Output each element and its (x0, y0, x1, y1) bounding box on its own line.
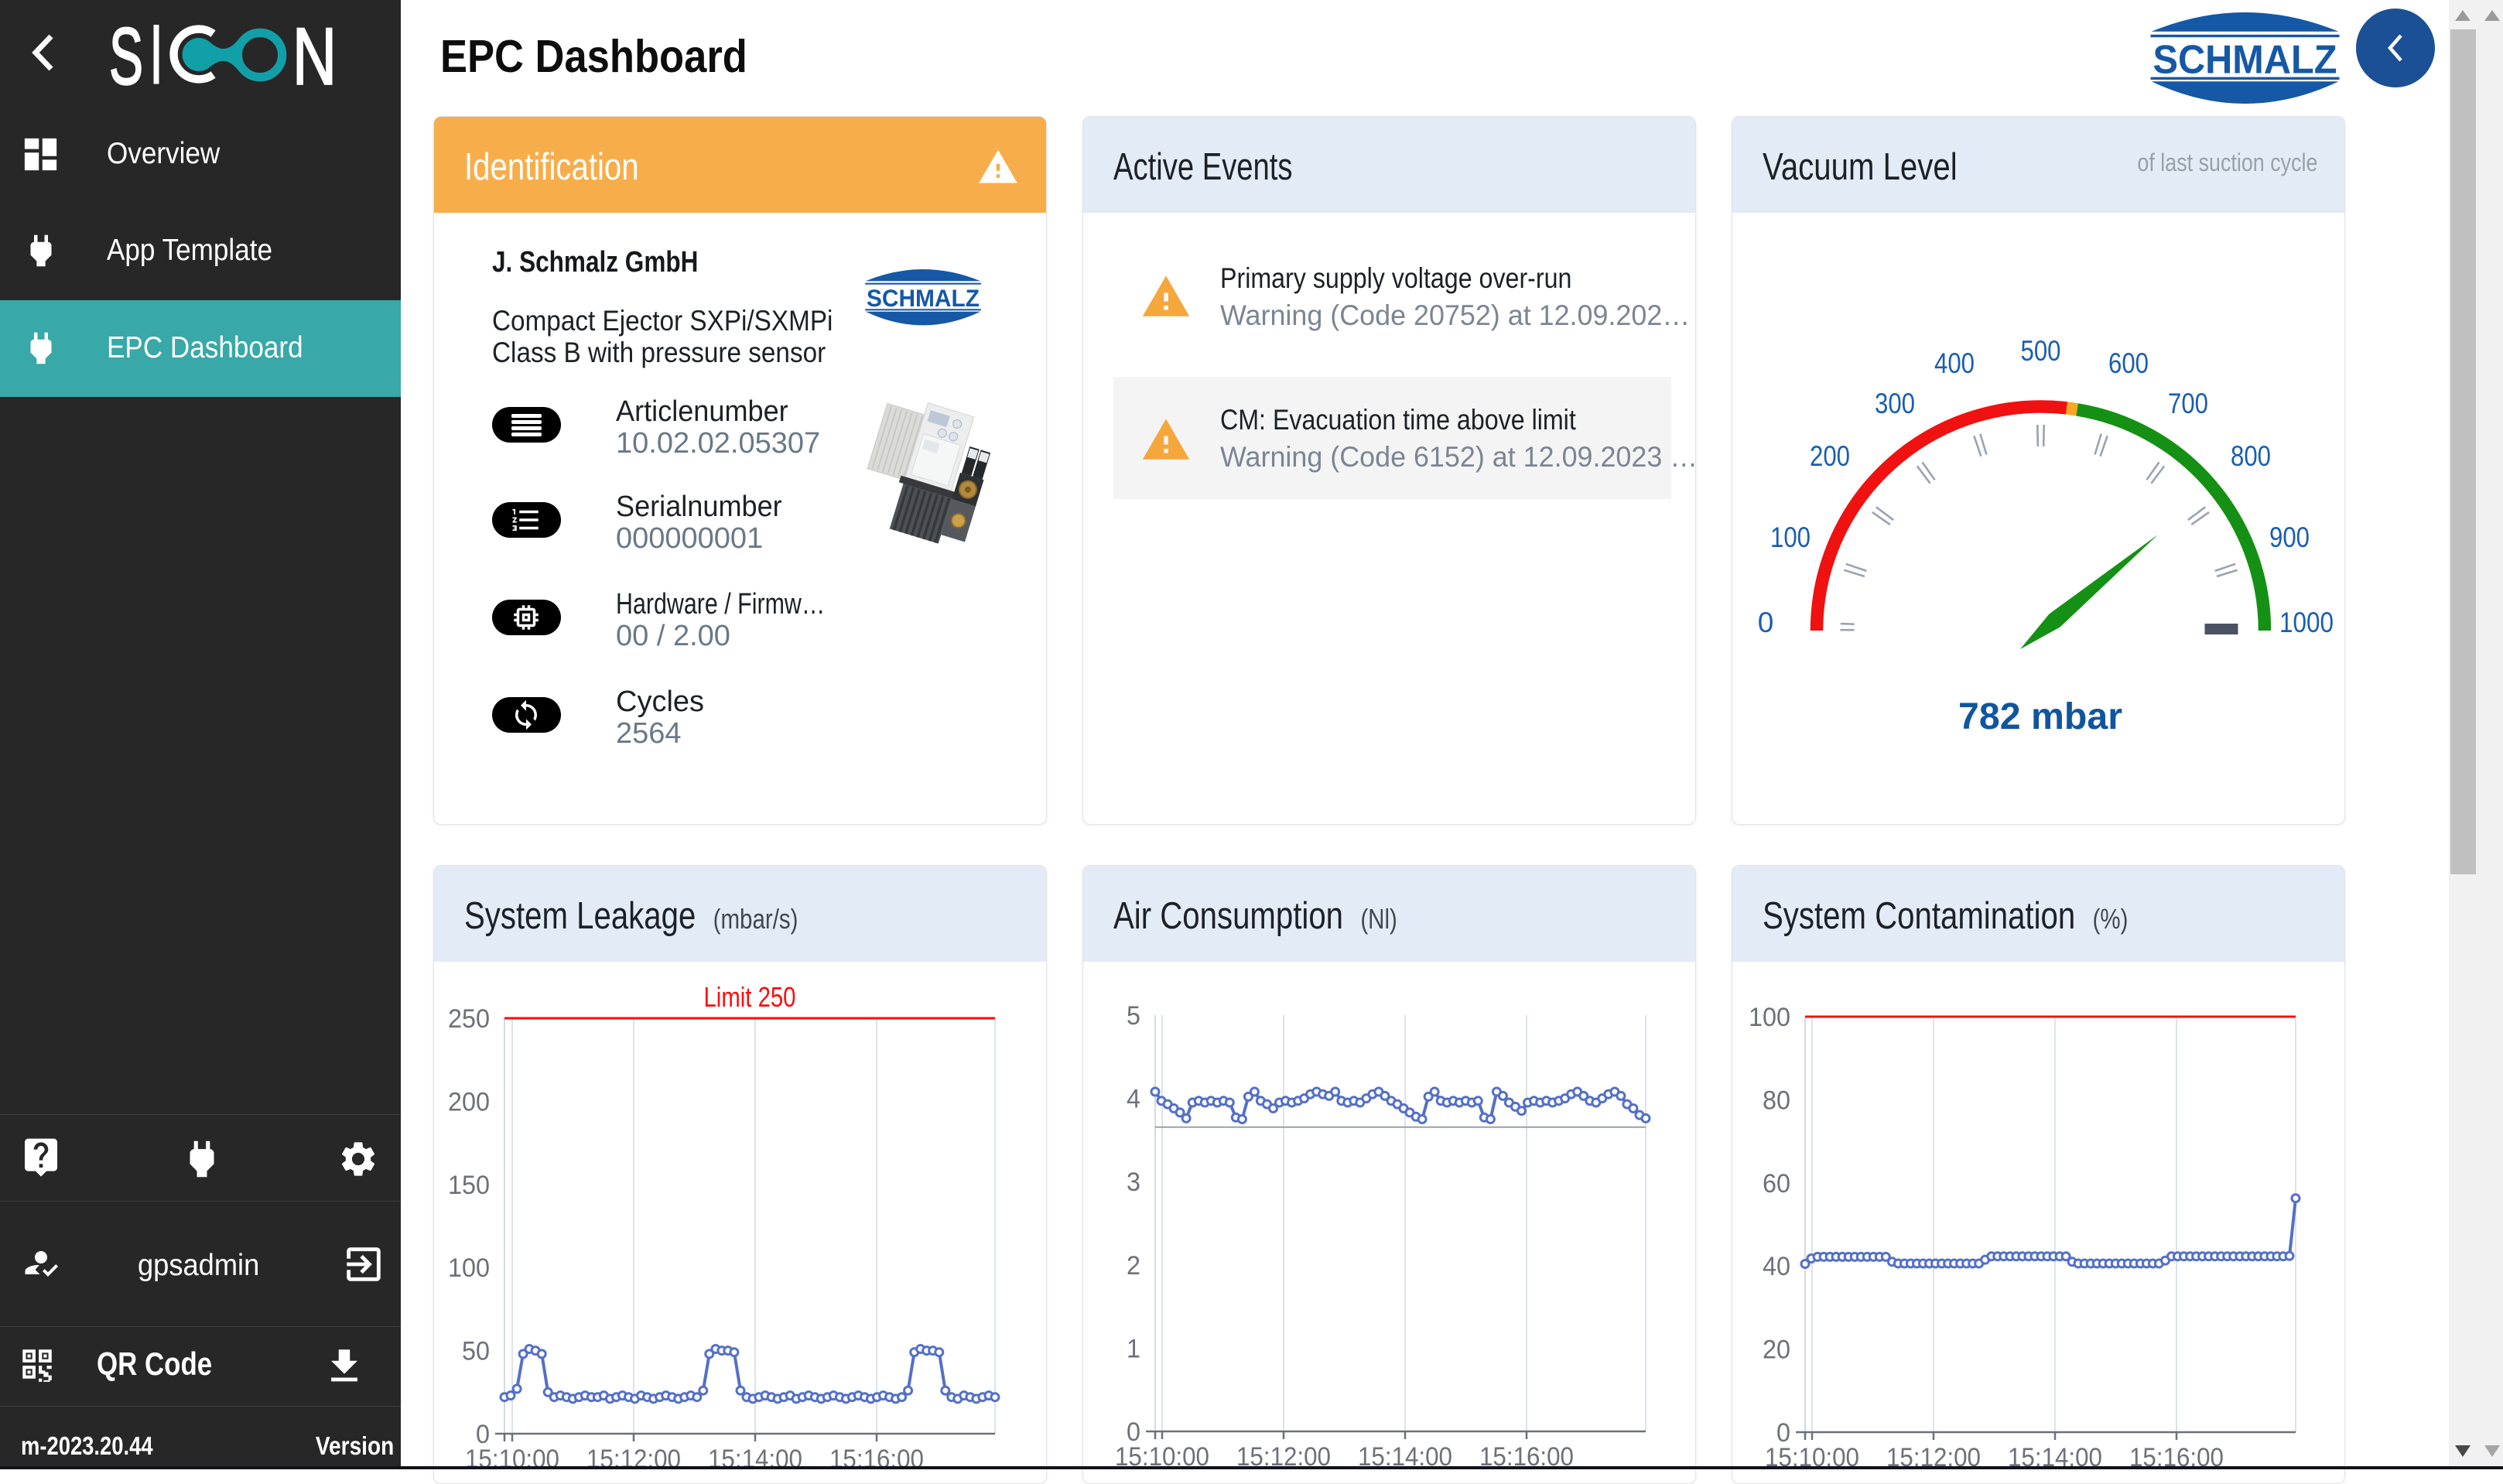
svg-text:5: 5 (1127, 1001, 1140, 1031)
svg-text:900: 900 (2269, 521, 2310, 553)
svg-text:600: 600 (2108, 347, 2149, 379)
svg-text:300: 300 (1875, 388, 1915, 419)
svg-text:782 mbar: 782 mbar (1958, 696, 2122, 737)
svg-text:80: 80 (1763, 1086, 1790, 1115)
svg-text:100: 100 (448, 1253, 490, 1283)
svg-text:40: 40 (1763, 1252, 1790, 1281)
svg-text:4: 4 (1127, 1085, 1140, 1114)
svg-text:700: 700 (2168, 388, 2208, 419)
svg-text:50: 50 (462, 1337, 490, 1366)
svg-text:15:12:00: 15:12:00 (586, 1445, 681, 1474)
svg-text:20: 20 (1763, 1335, 1790, 1365)
svg-text:N: N (292, 15, 337, 93)
svg-text:100: 100 (1749, 1003, 1790, 1032)
svg-text:0: 0 (1758, 607, 1774, 638)
svg-text:1: 1 (1127, 1334, 1140, 1363)
svg-text:1000: 1000 (2279, 607, 2334, 638)
svg-text:250: 250 (448, 1004, 490, 1034)
svg-text:800: 800 (2231, 440, 2271, 472)
svg-text:500: 500 (2021, 335, 2061, 367)
svg-text:15:10:00: 15:10:00 (465, 1445, 559, 1474)
svg-text:60: 60 (1763, 1169, 1790, 1198)
svg-text:100: 100 (1770, 521, 1811, 553)
svg-text:200: 200 (1810, 440, 1850, 472)
svg-text:SCHMALZ: SCHMALZ (867, 284, 980, 312)
svg-text:15:16:00: 15:16:00 (829, 1445, 924, 1474)
svg-text:S: S (109, 15, 143, 93)
svg-text:400: 400 (1934, 347, 1975, 379)
svg-text:150: 150 (448, 1171, 490, 1200)
svg-text:3: 3 (1127, 1168, 1140, 1197)
svg-text:2: 2 (1127, 1251, 1140, 1281)
svg-text:Limit 250: Limit 250 (704, 981, 796, 1013)
svg-text:SCHMALZ: SCHMALZ (2153, 36, 2337, 81)
svg-text:15:14:00: 15:14:00 (708, 1445, 802, 1474)
svg-text:200: 200 (448, 1087, 490, 1116)
